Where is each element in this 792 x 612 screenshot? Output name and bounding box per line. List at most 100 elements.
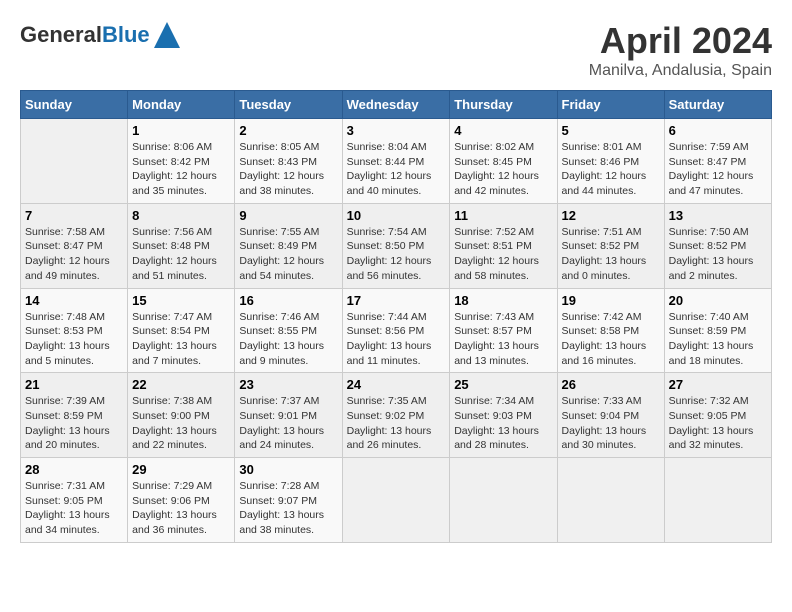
day-number: 14: [25, 293, 123, 308]
header: GeneralBlue April 2024 Manilva, Andalusi…: [20, 20, 772, 80]
day-info: Sunrise: 7:48 AM Sunset: 8:53 PM Dayligh…: [25, 310, 123, 369]
day-info: Sunrise: 7:43 AM Sunset: 8:57 PM Dayligh…: [454, 310, 552, 369]
calendar-cell: 21 Sunrise: 7:39 AM Sunset: 8:59 PM Dayli…: [21, 373, 128, 458]
day-number: 7: [25, 208, 123, 223]
column-header-friday: Friday: [557, 91, 664, 119]
day-info: Sunrise: 7:29 AM Sunset: 9:06 PM Dayligh…: [132, 479, 230, 538]
day-info: Sunrise: 7:39 AM Sunset: 8:59 PM Dayligh…: [25, 394, 123, 453]
day-info: Sunrise: 7:33 AM Sunset: 9:04 PM Dayligh…: [562, 394, 660, 453]
calendar-cell: 27 Sunrise: 7:32 AM Sunset: 9:05 PM Dayli…: [664, 373, 771, 458]
week-row-1: 1 Sunrise: 8:06 AM Sunset: 8:42 PM Daylig…: [21, 119, 772, 204]
day-info: Sunrise: 8:01 AM Sunset: 8:46 PM Dayligh…: [562, 140, 660, 199]
calendar-cell: [450, 458, 557, 543]
calendar-cell: 19 Sunrise: 7:42 AM Sunset: 8:58 PM Dayli…: [557, 288, 664, 373]
calendar-cell: 1 Sunrise: 8:06 AM Sunset: 8:42 PM Daylig…: [128, 119, 235, 204]
header-row: SundayMondayTuesdayWednesdayThursdayFrid…: [21, 91, 772, 119]
calendar-cell: 20 Sunrise: 7:40 AM Sunset: 8:59 PM Dayli…: [664, 288, 771, 373]
calendar-cell: [664, 458, 771, 543]
day-number: 19: [562, 293, 660, 308]
day-info: Sunrise: 7:42 AM Sunset: 8:58 PM Dayligh…: [562, 310, 660, 369]
day-info: Sunrise: 7:31 AM Sunset: 9:05 PM Dayligh…: [25, 479, 123, 538]
day-info: Sunrise: 7:54 AM Sunset: 8:50 PM Dayligh…: [347, 225, 446, 284]
calendar-cell: 10Sunrise: 7:54 AM Sunset: 8:50 PM Dayli…: [342, 203, 450, 288]
day-info: Sunrise: 7:44 AM Sunset: 8:56 PM Dayligh…: [347, 310, 446, 369]
day-info: Sunrise: 7:28 AM Sunset: 9:07 PM Dayligh…: [239, 479, 337, 538]
day-number: 27: [669, 377, 767, 392]
week-row-4: 21 Sunrise: 7:39 AM Sunset: 8:59 PM Dayli…: [21, 373, 772, 458]
day-number: 15: [132, 293, 230, 308]
day-info: Sunrise: 7:40 AM Sunset: 8:59 PM Dayligh…: [669, 310, 767, 369]
calendar-cell: 14 Sunrise: 7:48 AM Sunset: 8:53 PM Dayli…: [21, 288, 128, 373]
day-number: 11: [454, 208, 552, 223]
calendar-cell: 28 Sunrise: 7:31 AM Sunset: 9:05 PM Dayli…: [21, 458, 128, 543]
day-info: Sunrise: 7:46 AM Sunset: 8:55 PM Dayligh…: [239, 310, 337, 369]
calendar-cell: [557, 458, 664, 543]
day-info: Sunrise: 7:50 AM Sunset: 8:52 PM Dayligh…: [669, 225, 767, 284]
calendar-cell: 25Sunrise: 7:34 AM Sunset: 9:03 PM Dayli…: [450, 373, 557, 458]
day-info: Sunrise: 8:06 AM Sunset: 8:42 PM Dayligh…: [132, 140, 230, 199]
day-number: 3: [347, 123, 446, 138]
day-number: 16: [239, 293, 337, 308]
day-number: 24: [347, 377, 446, 392]
calendar-cell: 15Sunrise: 7:47 AM Sunset: 8:54 PM Dayli…: [128, 288, 235, 373]
day-number: 9: [239, 208, 337, 223]
day-info: Sunrise: 7:32 AM Sunset: 9:05 PM Dayligh…: [669, 394, 767, 453]
column-header-monday: Monday: [128, 91, 235, 119]
calendar-cell: 8 Sunrise: 7:56 AM Sunset: 8:48 PM Daylig…: [128, 203, 235, 288]
calendar-cell: 22 Sunrise: 7:38 AM Sunset: 9:00 PM Dayli…: [128, 373, 235, 458]
day-number: 12: [562, 208, 660, 223]
day-number: 8: [132, 208, 230, 223]
day-number: 30: [239, 462, 337, 477]
column-header-tuesday: Tuesday: [235, 91, 342, 119]
calendar-cell: 7 Sunrise: 7:58 AM Sunset: 8:47 PM Daylig…: [21, 203, 128, 288]
day-number: 21: [25, 377, 123, 392]
day-number: 5: [562, 123, 660, 138]
calendar-cell: 18 Sunrise: 7:43 AM Sunset: 8:57 PM Dayli…: [450, 288, 557, 373]
day-info: Sunrise: 7:58 AM Sunset: 8:47 PM Dayligh…: [25, 225, 123, 284]
day-info: Sunrise: 7:56 AM Sunset: 8:48 PM Dayligh…: [132, 225, 230, 284]
logo-icon: [152, 20, 182, 50]
day-number: 6: [669, 123, 767, 138]
day-number: 18: [454, 293, 552, 308]
calendar-cell: 24 Sunrise: 7:35 AM Sunset: 9:02 PM Dayli…: [342, 373, 450, 458]
day-number: 22: [132, 377, 230, 392]
calendar-cell: [342, 458, 450, 543]
calendar-cell: 11 Sunrise: 7:52 AM Sunset: 8:51 PM Dayli…: [450, 203, 557, 288]
day-info: Sunrise: 7:37 AM Sunset: 9:01 PM Dayligh…: [239, 394, 337, 453]
day-info: Sunrise: 7:38 AM Sunset: 9:00 PM Dayligh…: [132, 394, 230, 453]
day-number: 13: [669, 208, 767, 223]
day-number: 29: [132, 462, 230, 477]
calendar-cell: 26 Sunrise: 7:33 AM Sunset: 9:04 PM Dayli…: [557, 373, 664, 458]
calendar-cell: 9Sunrise: 7:55 AM Sunset: 8:49 PM Daylig…: [235, 203, 342, 288]
calendar-cell: 13 Sunrise: 7:50 AM Sunset: 8:52 PM Dayli…: [664, 203, 771, 288]
day-number: 17: [347, 293, 446, 308]
day-number: 20: [669, 293, 767, 308]
day-number: 1: [132, 123, 230, 138]
day-info: Sunrise: 8:02 AM Sunset: 8:45 PM Dayligh…: [454, 140, 552, 199]
calendar-cell: 29 Sunrise: 7:29 AM Sunset: 9:06 PM Dayli…: [128, 458, 235, 543]
location-title: Manilva, Andalusia, Spain: [589, 62, 772, 80]
day-info: Sunrise: 7:34 AM Sunset: 9:03 PM Dayligh…: [454, 394, 552, 453]
calendar-cell: 3Sunrise: 8:04 AM Sunset: 8:44 PM Daylig…: [342, 119, 450, 204]
calendar-cell: [21, 119, 128, 204]
column-header-saturday: Saturday: [664, 91, 771, 119]
title-area: April 2024 Manilva, Andalusia, Spain: [589, 20, 772, 80]
column-header-sunday: Sunday: [21, 91, 128, 119]
calendar-cell: 12 Sunrise: 7:51 AM Sunset: 8:52 PM Dayli…: [557, 203, 664, 288]
calendar-cell: 17 Sunrise: 7:44 AM Sunset: 8:56 PM Dayli…: [342, 288, 450, 373]
day-number: 23: [239, 377, 337, 392]
calendar-cell: 30 Sunrise: 7:28 AM Sunset: 9:07 PM Dayli…: [235, 458, 342, 543]
day-info: Sunrise: 7:35 AM Sunset: 9:02 PM Dayligh…: [347, 394, 446, 453]
day-number: 26: [562, 377, 660, 392]
day-info: Sunrise: 7:51 AM Sunset: 8:52 PM Dayligh…: [562, 225, 660, 284]
calendar-cell: 4Sunrise: 8:02 AM Sunset: 8:45 PM Daylig…: [450, 119, 557, 204]
day-info: Sunrise: 7:52 AM Sunset: 8:51 PM Dayligh…: [454, 225, 552, 284]
day-info: Sunrise: 7:59 AM Sunset: 8:47 PM Dayligh…: [669, 140, 767, 199]
column-header-wednesday: Wednesday: [342, 91, 450, 119]
calendar-cell: 2Sunrise: 8:05 AM Sunset: 8:43 PM Daylig…: [235, 119, 342, 204]
logo-blue: Blue: [102, 22, 150, 47]
calendar-cell: 5 Sunrise: 8:01 AM Sunset: 8:46 PM Daylig…: [557, 119, 664, 204]
day-number: 28: [25, 462, 123, 477]
calendar-table: SundayMondayTuesdayWednesdayThursdayFrid…: [20, 90, 772, 543]
calendar-cell: 6 Sunrise: 7:59 AM Sunset: 8:47 PM Daylig…: [664, 119, 771, 204]
